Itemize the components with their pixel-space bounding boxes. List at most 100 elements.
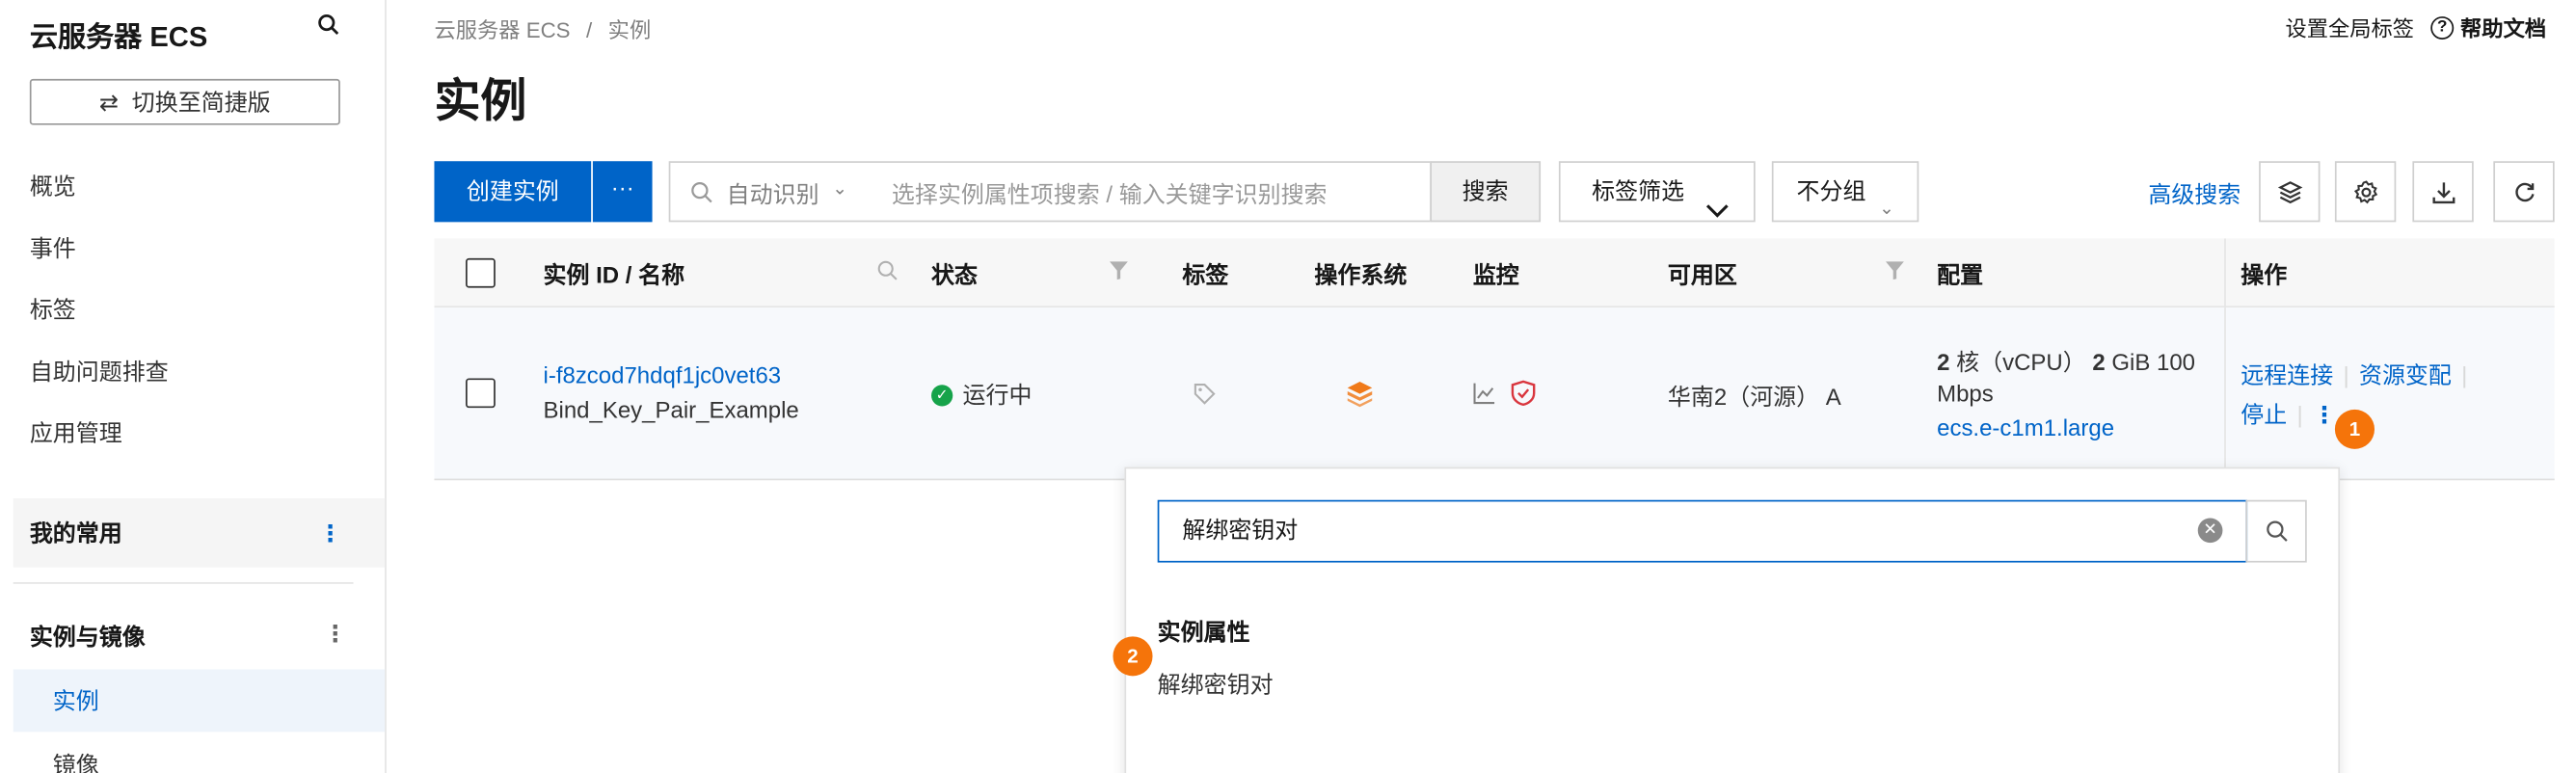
- filter-icon[interactable]: [1108, 260, 1129, 290]
- remote-connect-link[interactable]: 远程连接: [2241, 361, 2333, 387]
- column-zone: 可用区: [1667, 261, 1737, 288]
- toolbar: 创建实例 ··· 自动识别 ⌄ 选择实例属性项搜索 / 输入关键字识别搜索 搜索…: [434, 161, 2555, 223]
- column-actions-cell: 操作: [2224, 238, 2555, 308]
- chevron-down-icon: [1705, 182, 1729, 240]
- page-title: 实例: [434, 75, 527, 127]
- config-bandwidth: Mbps: [1937, 380, 1994, 407]
- search-placeholder: 选择实例属性项搜索 / 输入关键字识别搜索: [891, 180, 1328, 208]
- help-docs-label: 帮助文档: [2460, 16, 2547, 41]
- refresh-icon[interactable]: [2493, 161, 2555, 223]
- column-os: 操作系统: [1314, 261, 1408, 288]
- actions-row-2: 停止 | ⋮: [2241, 398, 2336, 431]
- action-search-popover: 解绑密钥对 ✕ 实例属性 解绑密钥对: [1124, 466, 2341, 773]
- breadcrumb-root[interactable]: 云服务器 ECS: [434, 18, 570, 43]
- column-instance-id: 实例 ID / 名称: [543, 261, 685, 288]
- tag-filter-button[interactable]: 标签筛选: [1558, 161, 1756, 223]
- stop-link[interactable]: 停止: [2241, 401, 2287, 427]
- search-mode-select[interactable]: 自动识别: [727, 177, 819, 210]
- search-input[interactable]: 自动识别 ⌄ 选择实例属性项搜索 / 输入关键字识别搜索: [668, 161, 1432, 223]
- action-separator: |: [2296, 401, 2303, 428]
- config-mem-number: 2: [2092, 348, 2106, 376]
- search-button[interactable]: 搜索: [1430, 161, 1542, 223]
- clear-icon[interactable]: ✕: [2197, 518, 2223, 544]
- row-checkbox[interactable]: [466, 378, 496, 409]
- breadcrumb-current: 实例: [607, 17, 652, 43]
- filter-icon[interactable]: [1884, 260, 1905, 290]
- chart-icon[interactable]: [1473, 382, 1496, 410]
- breadcrumb: 云服务器 ECS / 实例: [434, 13, 651, 44]
- check-circle-icon: ✓: [931, 384, 953, 406]
- search-icon[interactable]: [876, 260, 898, 290]
- sidebar-favorites[interactable]: 我的常用 ⋮: [13, 498, 386, 568]
- more-actions-button[interactable]: ···: [592, 161, 653, 223]
- sidebar-item-tags[interactable]: 标签: [0, 280, 385, 341]
- actions-cell: 远程连接 | 资源变配 | 停止 | ⋮: [2224, 307, 2555, 479]
- column-tags: 标签: [1182, 261, 1229, 288]
- download-icon[interactable]: [2412, 161, 2474, 223]
- action-separator: |: [2461, 361, 2468, 388]
- os-icon: [1346, 380, 1374, 413]
- sidebar-divider: [13, 582, 354, 584]
- sidebar-section-instances-images[interactable]: 实例与镜像: [30, 620, 146, 653]
- global-tag-settings-link[interactable]: 设置全局标签: [2285, 12, 2414, 42]
- sidebar-item-overview[interactable]: 概览: [0, 156, 385, 218]
- sidebar-title: 云服务器 ECS: [29, 21, 208, 53]
- status-label: 运行中: [962, 381, 1033, 409]
- actions-row-1: 远程连接 | 资源变配 |: [2241, 359, 2477, 391]
- gear-icon[interactable]: [2334, 161, 2397, 223]
- more-vertical-icon[interactable]: ⋮: [2313, 401, 2336, 427]
- switch-label: 切换至简捷版: [131, 89, 271, 116]
- column-monitoring: 监控: [1472, 261, 1519, 288]
- config-cpu-unit: 核（vCPU）: [1949, 348, 2093, 376]
- tag-icon[interactable]: [1193, 382, 1218, 412]
- chevron-down-icon[interactable]: ⌄: [832, 177, 847, 199]
- switch-simple-version-button[interactable]: ⇄ 切换至简捷版: [29, 78, 340, 125]
- layers-icon[interactable]: [2259, 161, 2321, 223]
- more-vertical-icon[interactable]: ⋮: [319, 498, 342, 568]
- chevron-down-icon: ⌄: [1879, 199, 1894, 219]
- sidebar-nav: 概览 事件 标签 自助问题排查 应用管理: [0, 156, 385, 465]
- sidebar-item-events[interactable]: 事件: [0, 218, 385, 280]
- breadcrumb-separator: /: [585, 17, 593, 43]
- config-cpu-number: 2: [1937, 348, 1950, 376]
- table-row: i-f8zcod7hdqf1jc0vet63 Bind_Key_Pair_Exa…: [434, 307, 2555, 481]
- help-docs-link[interactable]: ? 帮助文档: [2430, 12, 2546, 42]
- config-spec: 2 核（vCPU） 2 GiB 100: [1937, 345, 2195, 378]
- search-icon[interactable]: [2245, 499, 2307, 563]
- action-separator: |: [2343, 361, 2349, 388]
- select-all-checkbox[interactable]: [466, 257, 496, 288]
- create-instance-button[interactable]: 创建实例: [434, 161, 592, 223]
- table-header: 实例 ID / 名称 状态 标签 操作系统 监控 可用区 配置 操作: [434, 238, 2555, 308]
- action-search-input[interactable]: 解绑密钥对: [1157, 499, 2248, 563]
- sidebar-item-images[interactable]: 镜像: [53, 748, 99, 773]
- sidebar-item-instances[interactable]: 实例: [13, 669, 386, 733]
- step-badge-2: 2: [1113, 636, 1153, 677]
- help-icon: ?: [2430, 15, 2455, 40]
- sidebar: 云服务器 ECS ⇄ 切换至简捷版 概览 事件 标签 自助问题排查 应用管理 我…: [0, 0, 387, 773]
- search-icon[interactable]: [317, 13, 343, 40]
- column-config: 配置: [1937, 261, 1984, 288]
- favorites-label: 我的常用: [29, 520, 122, 546]
- group-select-label: 不分组: [1796, 177, 1866, 204]
- resize-resources-link[interactable]: 资源变配: [2359, 361, 2452, 387]
- search-icon: [690, 181, 713, 212]
- advanced-search-link[interactable]: 高级搜索: [2148, 177, 2241, 210]
- shield-icon[interactable]: [1511, 380, 1536, 411]
- swap-icon: ⇄: [98, 88, 120, 115]
- group-select[interactable]: 不分组 ⌄: [1771, 161, 1919, 223]
- sidebar-item-app-management[interactable]: 应用管理: [0, 403, 385, 465]
- column-status: 状态: [931, 261, 978, 288]
- column-actions: 操作: [2241, 261, 2288, 288]
- header-links: 设置全局标签 ? 帮助文档: [2285, 12, 2546, 42]
- instance-id-link[interactable]: i-f8zcod7hdqf1jc0vet63: [544, 361, 782, 387]
- status-badge: ✓ 运行中: [931, 378, 1033, 411]
- more-vertical-icon[interactable]: ⋮: [324, 620, 347, 648]
- unbind-key-pair-option[interactable]: 解绑密钥对: [1158, 668, 1274, 701]
- zone-value: 华南2（河源） A: [1667, 383, 1841, 410]
- result-group-heading: 实例属性: [1157, 618, 1250, 645]
- sidebar-item-troubleshoot[interactable]: 自助问题排查: [0, 341, 385, 403]
- instance-type-link[interactable]: ecs.e-c1m1.large: [1937, 414, 2114, 440]
- step-badge-1: 1: [2334, 409, 2375, 449]
- config-mem-unit: GiB 100: [2105, 348, 2196, 376]
- tag-filter-label: 标签筛选: [1592, 177, 1685, 204]
